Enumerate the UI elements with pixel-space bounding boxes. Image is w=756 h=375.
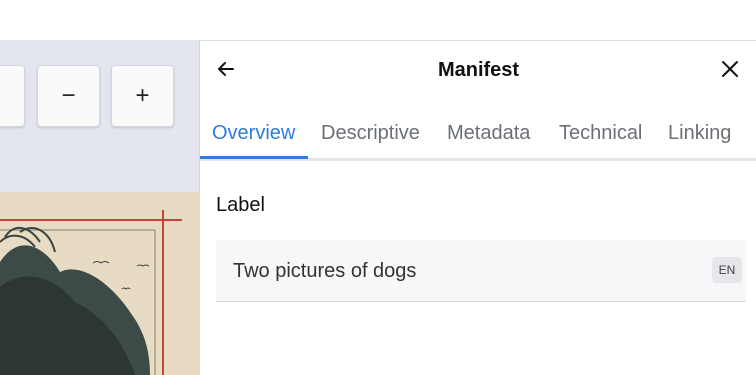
close-button[interactable] [718, 59, 742, 83]
panel-header: Manifest [200, 41, 756, 103]
close-icon [721, 60, 739, 83]
tab-technical[interactable]: Technical [559, 122, 642, 145]
label-heading: Label [216, 194, 265, 216]
label-value-field: Two pictures of dogs EN [216, 240, 746, 302]
zoom-out-icon: − [61, 82, 76, 109]
tab-metadata[interactable]: Metadata [447, 122, 530, 145]
zoom-out-button[interactable]: − [37, 65, 100, 127]
language-badge: EN [712, 257, 742, 283]
engraving-illustration [0, 192, 199, 375]
tab-descriptive[interactable]: Descriptive [321, 122, 420, 145]
label-value: Two pictures of dogs [233, 260, 417, 282]
tab-overview[interactable]: Overview [212, 122, 295, 145]
rotate-button[interactable] [0, 65, 25, 127]
canvas-image[interactable] [0, 192, 199, 375]
zoom-in-button[interactable]: + [111, 65, 174, 127]
manifest-panel: Manifest Overview Descriptive Metadata T… [199, 40, 756, 375]
active-tab-indicator [200, 156, 308, 159]
image-viewer[interactable]: − + [0, 40, 199, 375]
panel-title: Manifest [437, 59, 520, 81]
rotate-icon [0, 86, 4, 106]
tab-bar: Overview Descriptive Metadata Technical … [200, 111, 756, 161]
viewer-toolbar: − + [0, 40, 199, 192]
zoom-in-icon: + [135, 82, 150, 109]
top-strip [0, 0, 756, 40]
tab-linking[interactable]: Linking [668, 122, 731, 145]
